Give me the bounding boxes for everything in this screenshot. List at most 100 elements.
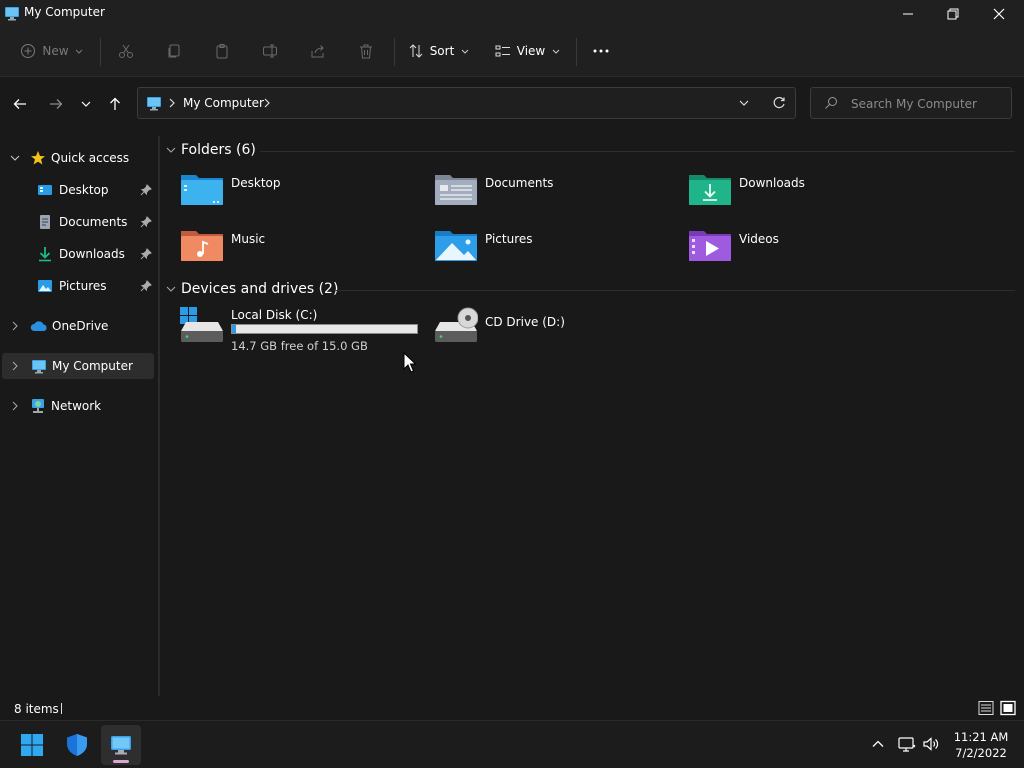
downloads-folder-icon [689, 175, 731, 205]
search-box[interactable] [810, 87, 1012, 119]
sidebar-label: Downloads [59, 247, 125, 261]
sidebar-item-my-computer[interactable]: My Computer [2, 353, 154, 379]
sidebar-item-documents[interactable]: Documents [0, 209, 156, 235]
taskbar: 11:21 AM 7/2/2022 [0, 720, 1024, 768]
sidebar-item-pictures[interactable]: Pictures [0, 273, 156, 299]
sort-icon [409, 44, 423, 58]
navigation-row: My Computer [0, 77, 1024, 131]
chevron-right-icon [12, 361, 18, 371]
sort-button[interactable]: Sort [404, 28, 474, 74]
clock-date: 7/2/2022 [955, 746, 1007, 760]
show-hidden-icons-button[interactable] [871, 737, 885, 751]
drives-header-label: Devices and drives (2) [181, 281, 339, 297]
network-icon [32, 399, 44, 413]
folder-label: Music [231, 232, 266, 246]
windows-drive-icon [180, 307, 223, 342]
view-list-icon [495, 45, 510, 57]
picture-icon [38, 280, 52, 292]
view-button[interactable]: View [490, 28, 566, 74]
sidebar-item-quick-access[interactable]: Quick access [0, 145, 156, 171]
sidebar-item-downloads[interactable]: Downloads [0, 241, 156, 267]
cut-button[interactable] [112, 28, 140, 74]
computer-icon [32, 360, 46, 374]
new-button[interactable]: New [14, 28, 90, 74]
shield-icon [67, 734, 87, 756]
up-button[interactable] [103, 93, 127, 115]
network-status-icon[interactable] [898, 736, 916, 752]
drive-cd-d[interactable]: CD Drive (D:) [434, 307, 684, 355]
mouse-cursor-icon [403, 352, 417, 373]
folder-label: Videos [739, 232, 779, 246]
refresh-button[interactable] [772, 96, 786, 110]
drive-label: CD Drive (D:) [485, 315, 565, 329]
recent-locations-button[interactable] [74, 93, 98, 115]
folders-header-label: Folders (6) [181, 142, 256, 158]
sidebar-item-desktop[interactable]: Desktop [0, 177, 156, 203]
documents-folder-icon [435, 175, 477, 205]
sidebar-label: Desktop [59, 183, 109, 197]
arrow-right-icon [50, 99, 63, 109]
sidebar-label: Quick access [51, 151, 130, 165]
drive-usage-bar [231, 324, 418, 334]
breadcrumb-separator-icon [168, 98, 176, 108]
share-button[interactable] [304, 28, 332, 74]
drives-group-header[interactable]: Devices and drives (2) [166, 281, 338, 297]
details-view-icon [978, 701, 994, 715]
folder-desktop[interactable]: Desktop [180, 171, 420, 211]
delete-button[interactable] [352, 28, 380, 74]
more-options-button[interactable] [586, 28, 616, 74]
rename-icon [263, 44, 277, 58]
back-button[interactable] [8, 93, 32, 115]
breadcrumb-my-computer[interactable]: My Computer [183, 96, 264, 110]
drive-free-space: 14.7 GB free of 15.0 GB [231, 339, 368, 353]
chevron-down-icon [10, 155, 20, 161]
pin-icon[interactable] [140, 280, 152, 292]
group-divider [336, 290, 1015, 291]
sidebar-item-onedrive[interactable]: OneDrive [0, 313, 156, 339]
arrow-left-icon [13, 99, 26, 109]
window-title: My Computer [24, 5, 105, 19]
drive-local-disk-c[interactable]: Local Disk (C:) 14.7 GB free of 15.0 GB [180, 307, 430, 355]
pin-icon[interactable] [140, 216, 152, 228]
close-button[interactable] [976, 0, 1022, 28]
taskbar-file-explorer[interactable] [101, 725, 141, 765]
pin-icon[interactable] [140, 184, 152, 196]
restore-button[interactable] [930, 0, 976, 28]
pin-icon[interactable] [140, 248, 152, 260]
details-view-button[interactable] [978, 700, 994, 716]
volume-icon[interactable] [922, 736, 940, 752]
rename-button[interactable] [256, 28, 284, 74]
folder-videos[interactable]: Videos [688, 227, 928, 267]
tiles-view-icon [1000, 700, 1016, 716]
sidebar-item-network[interactable]: Network [0, 393, 156, 419]
address-bar[interactable]: My Computer [137, 87, 796, 119]
toolbar-divider [394, 38, 395, 66]
forward-button[interactable] [44, 93, 68, 115]
copy-button[interactable] [160, 28, 188, 74]
toolbar-divider [100, 38, 101, 66]
start-button[interactable] [12, 725, 52, 765]
view-label: View [516, 44, 546, 58]
refresh-icon [773, 96, 785, 109]
minimize-button[interactable] [885, 0, 931, 28]
paste-button[interactable] [208, 28, 236, 74]
status-divider [61, 703, 62, 714]
copy-icon [168, 44, 180, 58]
tiles-view-button[interactable] [1000, 700, 1016, 716]
folders-group-header[interactable]: Folders (6) [166, 142, 256, 158]
computer-icon [4, 5, 20, 21]
share-icon [311, 45, 324, 58]
folder-music[interactable]: Music [180, 227, 420, 267]
address-history-button[interactable] [738, 97, 750, 109]
music-folder-icon [181, 231, 223, 261]
clock[interactable]: 11:21 AM 7/2/2022 [950, 729, 1012, 761]
search-input[interactable] [849, 94, 1003, 114]
folder-label: Pictures [485, 232, 533, 246]
sidebar-label: My Computer [52, 359, 133, 373]
document-icon [40, 215, 50, 229]
plus-circle-icon [21, 44, 36, 58]
folder-downloads[interactable]: Downloads [688, 171, 928, 211]
folder-pictures[interactable]: Pictures [434, 227, 674, 267]
folder-documents[interactable]: Documents [434, 171, 674, 211]
taskbar-security-app[interactable] [57, 725, 97, 765]
